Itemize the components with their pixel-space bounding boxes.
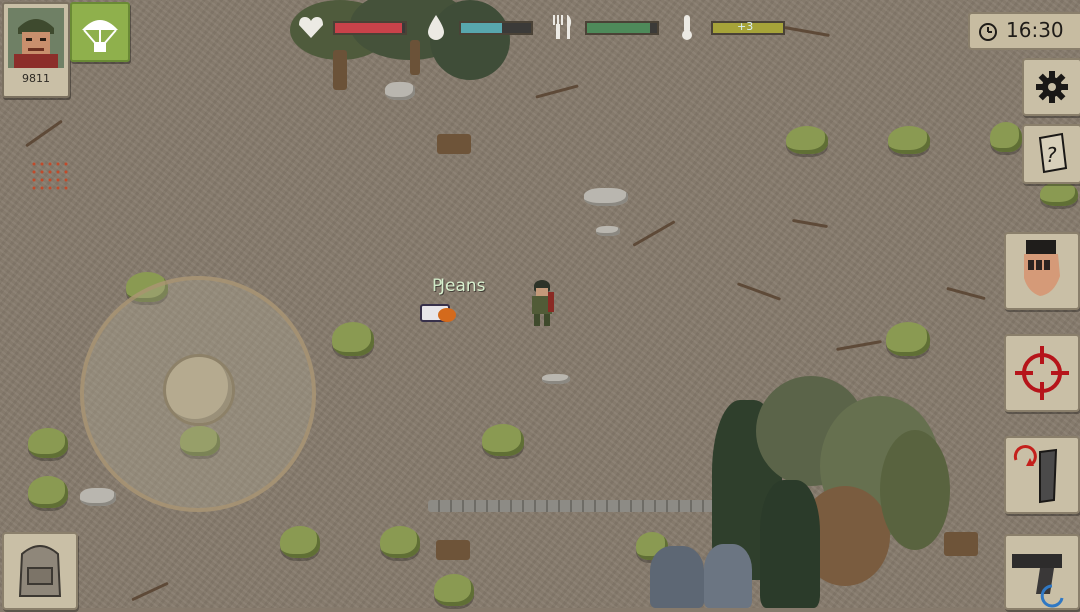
heart-icon — [296, 12, 326, 42]
water-drop-icon — [424, 12, 448, 42]
inventory-button[interactable] — [2, 532, 78, 610]
clock-icon — [979, 23, 997, 41]
bush — [786, 126, 828, 154]
dropped-item-jeans[interactable] — [420, 298, 458, 324]
rock — [542, 374, 570, 384]
bush — [28, 476, 68, 508]
item-name-label: P Jeans — [432, 276, 486, 296]
bush — [380, 526, 420, 558]
stone-wall — [428, 500, 718, 512]
bush — [280, 526, 320, 558]
boulder — [704, 544, 752, 608]
thirst-bar — [459, 21, 533, 35]
money-counter: 9811 — [22, 72, 50, 85]
twig — [131, 581, 169, 602]
airdrop-button[interactable] — [70, 2, 130, 62]
tree-trunk — [410, 40, 420, 75]
temperature-badge: +3 — [737, 20, 754, 33]
svg-text:?: ? — [1046, 143, 1057, 167]
quests-button[interactable]: ? — [1022, 124, 1080, 184]
melee-button[interactable] — [1004, 232, 1080, 310]
tree-stump — [437, 134, 471, 154]
player-avatar-panel[interactable]: 9811 — [2, 2, 70, 98]
pine-tree — [760, 480, 820, 608]
settings-button[interactable] — [1022, 58, 1080, 116]
twig — [736, 282, 782, 301]
tree-stump — [436, 540, 470, 560]
game-clock: 16:30 — [968, 12, 1080, 50]
rock — [80, 488, 116, 506]
notepad-question-icon: ? — [1038, 132, 1068, 174]
bush — [888, 126, 930, 154]
tree-stump — [944, 532, 978, 556]
joystick-knob[interactable] — [163, 354, 235, 426]
bush — [28, 428, 68, 458]
boulder — [650, 546, 704, 608]
bush — [482, 424, 524, 456]
blood-splatter — [30, 160, 70, 190]
tree-trunk — [333, 50, 347, 90]
temperature-bar: +3 — [711, 20, 785, 35]
gear-icon — [1036, 71, 1068, 103]
hunger-bar — [585, 21, 659, 35]
twig — [946, 286, 986, 301]
twig — [836, 340, 882, 351]
twig — [535, 84, 579, 99]
health-bar-fill — [335, 23, 403, 33]
twig — [792, 218, 828, 229]
backpack-icon — [18, 545, 62, 597]
pistol-icon — [1012, 554, 1064, 608]
twig — [25, 119, 63, 148]
hunger-bar-fill — [587, 23, 650, 33]
thermometer-icon — [676, 12, 698, 42]
weapon-button[interactable] — [1004, 534, 1080, 610]
reload-button[interactable] — [1004, 436, 1080, 514]
rock — [385, 82, 415, 100]
rock — [584, 188, 628, 206]
crosshair-icon — [1015, 346, 1069, 400]
tree — [880, 430, 950, 550]
avatar — [8, 8, 64, 68]
health-bar — [333, 21, 407, 35]
clock-time: 16:30 — [1006, 18, 1064, 42]
player-character — [528, 280, 556, 326]
twig — [632, 220, 676, 247]
bush — [332, 322, 374, 356]
aim-button[interactable] — [1004, 334, 1080, 412]
twig — [784, 26, 830, 37]
fork-knife-icon — [548, 12, 576, 42]
thirst-bar-fill — [461, 23, 502, 33]
bush — [434, 574, 474, 606]
punch-fist-icon — [1024, 240, 1060, 296]
bush — [886, 322, 930, 356]
bush — [990, 122, 1022, 152]
parachute-icon — [82, 20, 118, 52]
reload-magazine-icon — [1013, 445, 1058, 504]
item-label-text: Jeans — [440, 276, 486, 296]
rock — [596, 226, 620, 236]
